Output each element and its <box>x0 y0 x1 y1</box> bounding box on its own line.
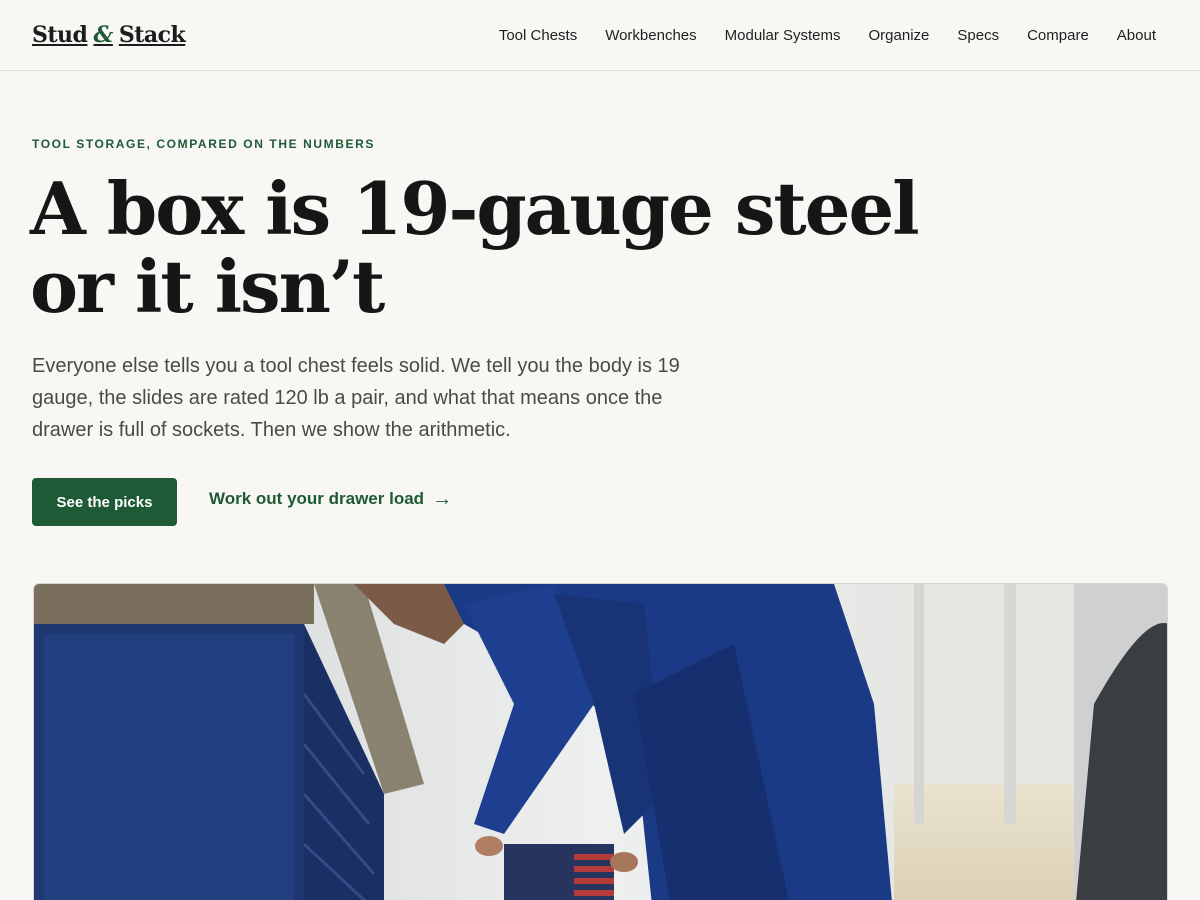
logo[interactable]: Stud & Stack <box>32 22 186 48</box>
main-nav: Tool Chests Workbenches Modular Systems … <box>499 27 1156 44</box>
site-header: Stud & Stack Tool Chests Workbenches Mod… <box>0 0 1200 71</box>
nav-compare[interactable]: Compare <box>1027 27 1089 44</box>
nav-organize[interactable]: Organize <box>869 27 930 44</box>
nav-workbenches[interactable]: Workbenches <box>605 27 696 44</box>
hero-image <box>33 583 1168 900</box>
drawer-load-link-label: Work out your drawer load <box>209 489 425 508</box>
page-title: A box is 19-gauge steel or it isn’t <box>30 166 920 329</box>
nav-specs[interactable]: Specs <box>957 27 999 44</box>
nav-about[interactable]: About <box>1117 27 1156 44</box>
logo-ampersand: & <box>93 22 113 48</box>
arrow-right-icon: → <box>432 488 453 510</box>
logo-word-2: Stack <box>118 22 186 48</box>
lede-paragraph: Everyone else tells you a tool chest fee… <box>32 355 680 441</box>
drawer-load-link[interactable]: Work out your drawer load → <box>209 489 452 509</box>
nav-modular-systems[interactable]: Modular Systems <box>725 27 841 44</box>
nav-tool-chests[interactable]: Tool Chests <box>499 27 577 44</box>
eyebrow: TOOL STORAGE, COMPARED ON THE NUMBERS <box>32 137 375 151</box>
logo-word-1: Stud <box>32 22 88 48</box>
see-the-picks-button[interactable]: See the picks <box>32 478 177 526</box>
workshop-photo <box>34 584 1167 900</box>
